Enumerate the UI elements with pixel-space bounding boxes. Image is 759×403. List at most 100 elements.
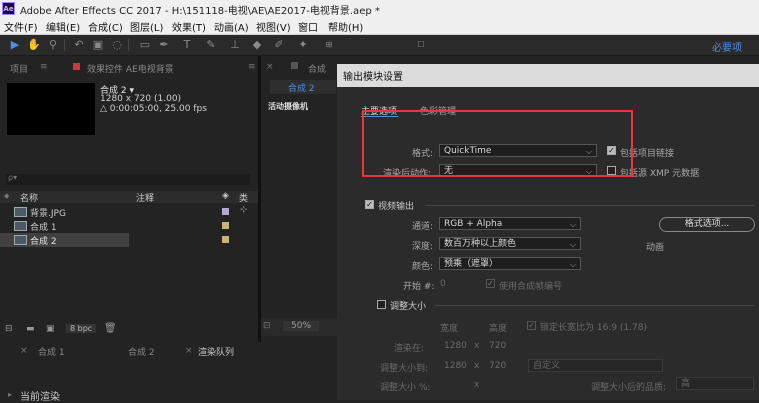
rotate-icon[interactable]: ↶ xyxy=(72,38,86,52)
selection-icon[interactable]: ▶ xyxy=(8,38,22,52)
use-comp-frame-checkbox[interactable]: ✓ xyxy=(486,279,495,288)
resize-quality-label: 调整大小后的品质: xyxy=(591,383,667,393)
tab-comp-1[interactable]: 合成 1 xyxy=(38,345,65,358)
panel-menu-icon[interactable]: ≡ xyxy=(40,62,48,72)
project-search-input[interactable]: ρ▾ xyxy=(6,173,250,185)
chevron-down-icon: ⌵ xyxy=(569,260,576,269)
project-item-name: 合成 2 xyxy=(30,237,57,247)
depth-dropdown[interactable]: 数百万种以上颜色 ⌵ xyxy=(439,237,581,250)
puppet-icon[interactable]: ✦ xyxy=(296,38,310,52)
clone-stamp-icon[interactable]: ⊥ xyxy=(228,38,242,52)
menu-view[interactable]: 视图(V) xyxy=(256,19,291,34)
format-options-button[interactable]: 格式选项... xyxy=(659,217,755,232)
channels-dropdown[interactable]: RGB + Alpha ⌵ xyxy=(439,217,581,230)
region-icon[interactable]: ⊡ xyxy=(263,321,271,331)
new-comp-icon[interactable]: ▣ xyxy=(46,324,55,334)
render-at-width: 1280 xyxy=(444,341,467,351)
toolbar-separator xyxy=(128,39,129,51)
channels-value: RGB + Alpha xyxy=(444,219,503,229)
title-bar: Ae Adobe After Effects CC 2017 - H:\1511… xyxy=(0,0,759,17)
render-at-label: 渲染在: xyxy=(394,344,425,354)
start-frame-value[interactable]: 0 xyxy=(440,279,446,289)
eraser-icon[interactable]: ◆ xyxy=(250,38,264,52)
tab-effect-controls[interactable]: 效果控件 AE电视背景 xyxy=(87,62,174,76)
x-icon: x xyxy=(474,341,480,351)
dialog-title: 输出模块设置 xyxy=(343,72,403,83)
type-icon[interactable]: T xyxy=(180,38,194,52)
pen-icon[interactable]: ✒ xyxy=(157,38,171,52)
new-folder-icon[interactable]: ▬ xyxy=(26,324,35,334)
depth-value: 数百万种以上颜色 xyxy=(444,239,517,249)
column-name[interactable]: 名称 xyxy=(20,191,38,204)
resize-label: 调整大小 xyxy=(390,302,427,312)
column-type[interactable]: 类 xyxy=(239,191,248,204)
menu-layer[interactable]: 图层(L) xyxy=(130,19,163,34)
project-row-selected[interactable]: 合成 2 xyxy=(0,233,129,247)
lock-aspect-label: 锁定长宽比为 16:9 (1.78) xyxy=(540,323,647,333)
roto-brush-icon[interactable]: ✐ xyxy=(272,38,286,52)
comp-duration: △ 0:00:05:00, 25.00 fps xyxy=(100,104,207,114)
video-output-checkbox[interactable]: ✓ xyxy=(365,200,374,209)
menu-file[interactable]: 文件(F) xyxy=(4,19,38,34)
menu-bar: 文件(F) 编辑(E) 合成(C) 图层(L) 效果(T) 动画(A) 视图(V… xyxy=(0,17,759,35)
interpret-footage-icon[interactable]: ⊟ xyxy=(5,324,13,334)
chevron-down-icon: ⌵ xyxy=(569,220,576,229)
tab-comp-2-timeline[interactable]: 合成 2 xyxy=(128,345,155,358)
column-comment[interactable]: 注释 xyxy=(136,191,154,204)
menu-edit[interactable]: 编辑(E) xyxy=(46,19,80,34)
resize-to-label: 调整大小到: xyxy=(380,364,429,374)
resize-checkbox[interactable] xyxy=(377,300,386,309)
zoom-icon[interactable]: ⚲ xyxy=(46,38,60,52)
current-render-label: 当前渲染 xyxy=(20,392,60,403)
resize-to-height[interactable]: 720 xyxy=(489,361,506,371)
camera-icon[interactable]: ▣ xyxy=(91,38,105,52)
composition-icon xyxy=(14,221,27,231)
bpc-toggle[interactable]: 8 bpc xyxy=(66,324,97,333)
color-dropdown[interactable]: 预乘（遮罩） ⌵ xyxy=(439,257,581,270)
panel-menu-icon[interactable]: ≡ xyxy=(248,62,256,72)
essentials-workspace[interactable]: 必要项 xyxy=(712,39,742,54)
lock-aspect-checkbox[interactable]: ✓ xyxy=(527,321,536,330)
menu-help[interactable]: 帮助(H) xyxy=(328,19,363,34)
close-icon[interactable]: × xyxy=(185,346,193,356)
menu-effect[interactable]: 效果(T) xyxy=(172,19,206,34)
zoom-dropdown[interactable]: 50% xyxy=(283,321,320,331)
image-icon xyxy=(14,207,27,217)
menu-animation[interactable]: 动画(A) xyxy=(214,19,249,34)
expand-icon[interactable]: ▸ xyxy=(8,390,12,399)
close-icon[interactable]: × xyxy=(20,346,28,356)
window-title: Adobe After Effects CC 2017 - H:\151118-… xyxy=(20,6,380,17)
resize-quality-dropdown[interactable]: 高 xyxy=(676,377,754,390)
snapping-checkbox-icon[interactable]: ☐ xyxy=(414,38,428,52)
tab-composition[interactable]: 合成 xyxy=(308,62,326,76)
local-axis-icon[interactable]: ⊞ xyxy=(322,38,336,52)
pan-behind-icon[interactable]: ◌ xyxy=(110,38,124,52)
effects-lock-icon xyxy=(73,63,80,70)
rectangle-icon[interactable]: ▭ xyxy=(138,38,152,52)
resize-to-width[interactable]: 1280 xyxy=(444,361,467,371)
start-frame-label: 开始 #: xyxy=(403,282,435,292)
tab-project[interactable]: 项目 xyxy=(10,62,28,76)
tag-icon: ◈ xyxy=(222,191,229,201)
panel-menu-icon[interactable]: × xyxy=(266,62,274,72)
ae-logo-icon: Ae xyxy=(2,2,15,15)
red-highlight-box xyxy=(362,110,633,177)
menu-composition[interactable]: 合成(C) xyxy=(88,19,123,34)
project-column-header xyxy=(0,191,258,203)
toolbar-separator xyxy=(64,39,65,51)
label-color-swatch xyxy=(222,236,229,243)
tab-render-queue[interactable]: 渲染队列 xyxy=(198,345,234,358)
menu-window[interactable]: 窗口 xyxy=(298,19,318,34)
project-row[interactable]: 合成 1 xyxy=(0,219,258,233)
trash-icon[interactable]: 🗑 xyxy=(104,323,117,334)
toolbar: ▶ ✋ ⚲ ↶ ▣ ◌ ▭ ✒ T ✎ ⊥ ◆ ✐ ✦ ⊞ ☐ 必要项 xyxy=(0,35,759,56)
hand-icon[interactable]: ✋ xyxy=(27,38,41,52)
resize-to-dropdown[interactable]: 自定义 xyxy=(528,359,663,372)
project-row[interactable]: 背景.JPG ⊹ xyxy=(0,205,258,219)
codec-animation-label: 动画 xyxy=(646,243,665,253)
tab-comp-2[interactable]: 合成 2 xyxy=(288,81,315,94)
group-divider xyxy=(425,205,755,206)
brush-icon[interactable]: ✎ xyxy=(204,38,218,52)
resize-percent-x: x xyxy=(474,380,480,390)
project-item-name: 合成 1 xyxy=(30,223,57,233)
